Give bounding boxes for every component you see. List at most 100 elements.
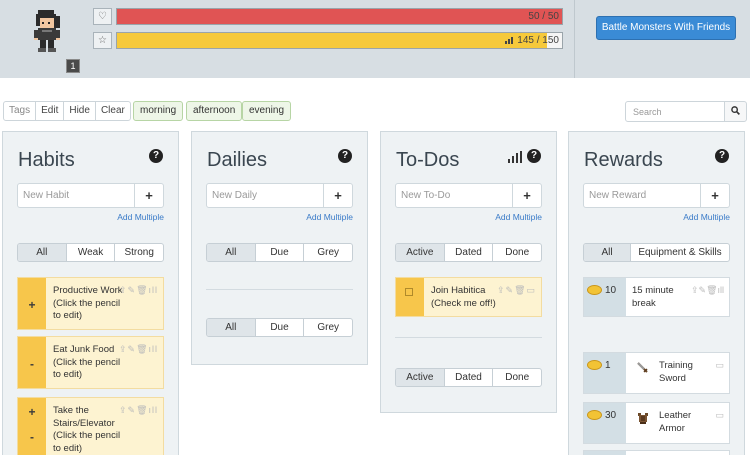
todos-filter-active[interactable]: Active [396, 369, 445, 386]
habit-minus-button[interactable]: - [18, 357, 46, 371]
task-action-icons[interactable]: ⇪✎🗑ıll [119, 344, 158, 355]
habits-title: Habits [18, 149, 75, 171]
rewards-column: Rewards ? + Add Multiple All Equipment &… [568, 131, 745, 455]
todos-filter-dated[interactable]: Dated [445, 244, 494, 261]
reward-text: Training Sword [659, 360, 693, 384]
reward-item[interactable]: 1 Training Sword ▭ [583, 352, 730, 394]
new-habit-input[interactable] [17, 183, 135, 208]
help-icon[interactable]: ? [527, 149, 541, 163]
habits-filter-weak[interactable]: Weak [67, 244, 116, 261]
search-button[interactable] [724, 101, 747, 122]
new-reward-input[interactable] [583, 183, 701, 208]
gold-coin-icon [587, 410, 602, 420]
todos-filter-done[interactable]: Done [493, 369, 541, 386]
filter-tag-evening[interactable]: evening [242, 101, 292, 121]
reward-item[interactable] [583, 450, 730, 455]
habits-filter-strong[interactable]: Strong [115, 244, 163, 261]
add-multiple-habits-link[interactable]: Add Multiple [117, 212, 164, 222]
price-value: 10 [605, 285, 617, 296]
dailies-filter-grey[interactable]: Grey [304, 244, 352, 261]
difficulty-icon[interactable] [508, 151, 522, 163]
avatar-area[interactable]: 1 [0, 0, 88, 78]
habit-text: Take the Stairs/Elevator (Click the penc… [53, 405, 121, 454]
todos-filter-dated[interactable]: Dated [445, 369, 494, 386]
todo-text: Join Habitica (Check me off!) [431, 285, 496, 309]
habit-minus-button[interactable]: - [18, 430, 46, 444]
habits-filter-all[interactable]: All [18, 244, 67, 261]
health-bar: 50 / 50 [116, 8, 563, 25]
dailies-filter-top: All Due Grey [206, 243, 353, 262]
heart-icon: ♡ [93, 8, 112, 25]
habit-controls: + [18, 278, 46, 329]
task-action-icons[interactable]: ⇪✎🗑ıll [691, 285, 724, 296]
tags-button[interactable]: Tags [4, 102, 37, 120]
rewards-filter-all[interactable]: All [584, 244, 631, 261]
reward-price[interactable]: 1 [584, 353, 626, 393]
reward-price[interactable]: 30 [584, 403, 626, 443]
reward-price[interactable]: 10 [584, 278, 626, 316]
star-icon: ☆ [93, 32, 112, 49]
chat-icon[interactable]: ▭ [715, 410, 724, 421]
dailies-filter-grey[interactable]: Grey [304, 319, 352, 336]
edit-button[interactable]: Edit [36, 102, 65, 120]
help-icon[interactable]: ? [338, 149, 352, 163]
rewards-filter: All Equipment & Skills [583, 243, 730, 262]
avatar[interactable] [28, 10, 64, 52]
filter-tag-afternoon[interactable]: afternoon [186, 101, 243, 121]
add-multiple-todos-link[interactable]: Add Multiple [495, 212, 542, 222]
habit-item[interactable]: - Eat Junk Food (Click the pencil to edi… [17, 336, 164, 389]
habits-filter: All Weak Strong [17, 243, 164, 262]
search-input[interactable] [625, 101, 725, 122]
level-badge: 1 [66, 59, 80, 73]
health-bar-fill [117, 9, 562, 24]
dailies-filter-all[interactable]: All [207, 319, 256, 336]
header: 1 ♡ 50 / 50 ☆ 145 / 150 Battle Monsters … [0, 0, 750, 78]
reward-text: Leather Armor [659, 410, 692, 434]
filter-tag-morning[interactable]: morning [133, 101, 184, 121]
dailies-column: Dailies ? + Add Multiple All Due Grey Al… [191, 131, 368, 365]
clear-button[interactable]: Clear [96, 102, 130, 120]
dailies-filter-bottom: All Due Grey [206, 318, 353, 337]
reward-price [584, 451, 626, 455]
rewards-title: Rewards [584, 149, 663, 171]
dailies-filter-due[interactable]: Due [256, 319, 305, 336]
habit-controls: + - [18, 398, 46, 455]
health-text: 50 / 50 [528, 11, 559, 22]
todos-filter-done[interactable]: Done [493, 244, 541, 261]
add-multiple-dailies-link[interactable]: Add Multiple [306, 212, 353, 222]
task-action-icons[interactable]: ⇪✎🗑▭ [497, 285, 536, 296]
add-habit-button[interactable]: + [134, 183, 164, 208]
hide-button[interactable]: Hide [64, 102, 96, 120]
gold-coin-icon [587, 360, 602, 370]
todos-filter-active[interactable]: Active [396, 244, 445, 261]
help-icon[interactable]: ? [715, 149, 729, 163]
tag-button-group: Tags Edit Hide Clear [3, 101, 131, 121]
toolbar: Tags Edit Hide Clear morning afternoon e… [0, 101, 750, 123]
add-daily-button[interactable]: + [323, 183, 353, 208]
habit-plus-button[interactable]: + [18, 405, 46, 419]
new-todo-input[interactable] [395, 183, 513, 208]
battle-monsters-button[interactable]: Battle Monsters With Friends [596, 16, 736, 40]
habit-item[interactable]: + Productive Work (Click the pencil to e… [17, 277, 164, 330]
habit-controls: - [18, 337, 46, 388]
task-action-icons[interactable]: ⇪✎🗑ıll [119, 405, 158, 416]
task-action-icons[interactable]: ⇪✎🗑ıll [119, 285, 158, 296]
todo-checkbox[interactable] [405, 288, 413, 296]
rewards-filter-equipment[interactable]: Equipment & Skills [631, 244, 729, 261]
chat-icon[interactable]: ▭ [715, 360, 724, 371]
add-todo-button[interactable]: + [512, 183, 542, 208]
add-reward-button[interactable]: + [700, 183, 730, 208]
add-multiple-rewards-link[interactable]: Add Multiple [683, 212, 730, 222]
reward-item[interactable]: 10 15 minute break ⇪✎🗑ıll [583, 277, 730, 317]
new-daily-input[interactable] [206, 183, 324, 208]
habit-item[interactable]: + - Take the Stairs/Elevator (Click the … [17, 397, 164, 455]
habit-plus-button[interactable]: + [18, 298, 46, 312]
help-icon[interactable]: ? [149, 149, 163, 163]
signal-icon [505, 37, 514, 44]
todo-item[interactable]: Join Habitica (Check me off!) ⇪✎🗑▭ [395, 277, 542, 317]
todos-filter-top: Active Dated Done [395, 243, 542, 262]
dailies-filter-all[interactable]: All [207, 244, 256, 261]
reward-item[interactable]: 30 Leather Armor ▭ [583, 402, 730, 444]
reward-text: 15 minute break [632, 285, 674, 309]
dailies-filter-due[interactable]: Due [256, 244, 305, 261]
